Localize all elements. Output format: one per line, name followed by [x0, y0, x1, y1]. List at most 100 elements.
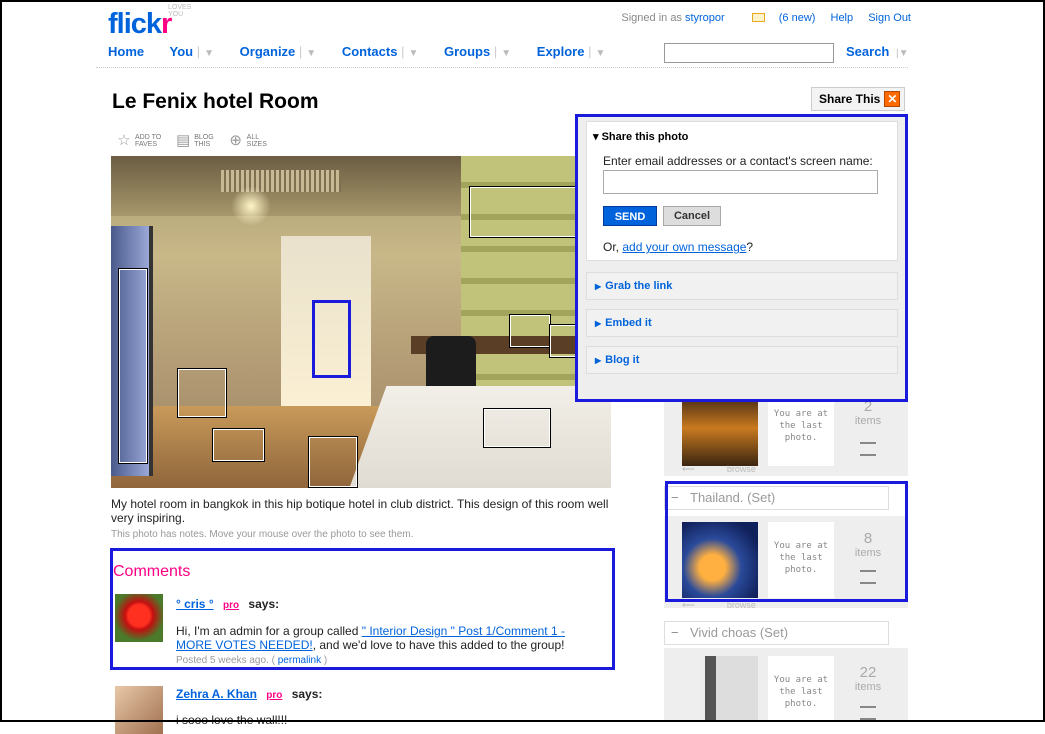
close-icon[interactable]: ✕ [884, 91, 901, 107]
photo-note[interactable] [177, 368, 227, 418]
envelope-icon [751, 13, 765, 22]
chevron-down-icon[interactable]: ▼ [306, 48, 316, 59]
sign-out-link[interactable]: Sign Out [868, 12, 911, 24]
slideshow-icon[interactable] [860, 442, 876, 456]
arrow-left-icon[interactable]: ⟵ [682, 464, 695, 474]
grab-link-section[interactable]: ▶ Grab the link [586, 272, 898, 300]
main-photo[interactable] [111, 156, 611, 488]
share-panel: ▾ Share this photo Enter email addresses… [575, 114, 908, 402]
chevron-down-icon: ▾ [593, 131, 599, 143]
item-count-number: 22 [859, 664, 877, 681]
logo-flick: flick [108, 8, 162, 40]
nav-home[interactable]: Home [108, 44, 144, 59]
nav-divider: | [196, 44, 201, 59]
share-photo-heading[interactable]: ▾ Share this photo [593, 130, 688, 143]
posted-end: ) [323, 655, 328, 666]
comment-text: Hi, I'm an admin for a group called " In… [176, 624, 601, 652]
help-link[interactable]: Help [831, 12, 854, 24]
signed-in-label: Signed in as [621, 12, 682, 24]
permalink-link[interactable]: permalink [278, 655, 321, 666]
embed-label: Embed it [605, 317, 652, 329]
embed-section[interactable]: ▶ Embed it [586, 309, 898, 337]
page-title: Le Fenix hotel Room [112, 90, 319, 113]
tool-label-line2: SIZES [246, 141, 267, 148]
comment-author-link[interactable]: ° cris ° [176, 597, 214, 611]
collapse-icon[interactable]: − [671, 622, 679, 644]
photo-toolbar: ☆ ADD TO FAVES ▤ BLOG THIS ⊕ ALL SIZES [116, 133, 267, 149]
cancel-button[interactable]: Cancel [663, 206, 721, 226]
item-count: 22 items [840, 664, 896, 693]
logo-tagline: LOVES YOU [168, 4, 192, 18]
nav-divider: | [493, 44, 498, 59]
avatar[interactable] [115, 594, 163, 642]
nav-groups-label: Groups [444, 44, 491, 59]
share-photo-section: ▾ Share this photo Enter email addresses… [586, 121, 898, 261]
username-link[interactable]: styropor [685, 12, 725, 24]
context-thumbnail[interactable] [682, 656, 758, 722]
item-count: 2 items [840, 398, 896, 427]
chevron-down-icon[interactable]: |▼ [896, 48, 909, 59]
or-prefix: Or, [603, 240, 623, 254]
share-photo-heading-label: Share this photo [601, 131, 689, 143]
set-context-vivid: You are at the last photo. 22 items [664, 648, 908, 722]
photo-note[interactable] [509, 314, 551, 348]
flickr-logo[interactable]: flickr LOVES YOU [108, 4, 191, 41]
nav-organize-label: Organize [239, 44, 296, 59]
chevron-right-icon: ▶ [595, 356, 602, 365]
search-button[interactable]: Search |▼ [846, 44, 909, 59]
nav-contacts[interactable]: Contacts | ▼ [342, 44, 419, 59]
tool-label-line1: BLOG [194, 134, 214, 141]
tool-label-line1: ALL [246, 134, 260, 141]
comments-title: Comments [113, 563, 191, 580]
photo-note[interactable] [118, 268, 148, 464]
slideshow-icon[interactable] [860, 706, 876, 720]
nav-explore-label: Explore [536, 44, 585, 59]
nav-groups[interactable]: Groups | ▼ [444, 44, 511, 59]
tool-label: ADD TO FAVES [135, 134, 161, 148]
search-button-label: Search [846, 44, 890, 59]
photo-note[interactable] [308, 436, 358, 488]
mail-link[interactable]: (6 new) [740, 12, 816, 24]
photo-note[interactable] [483, 408, 551, 448]
browse-label: browse [726, 464, 756, 474]
pro-badge[interactable]: pro [266, 690, 282, 701]
blog-this-button[interactable]: ▤ BLOG THIS [175, 133, 214, 149]
header-divider [96, 67, 908, 68]
star-icon: ☆ [117, 132, 131, 149]
blog-it-section[interactable]: ▶ Blog it [586, 346, 898, 374]
chevron-down-icon[interactable]: ▼ [408, 48, 418, 59]
add-to-faves-button[interactable]: ☆ ADD TO FAVES [116, 133, 161, 149]
photo-bed [335, 386, 611, 488]
nav-you-label: You [169, 44, 194, 59]
blog-it-label: Blog it [605, 354, 640, 366]
chevron-down-icon[interactable]: ▼ [595, 48, 605, 59]
nav-explore[interactable]: Explore | ▼ [537, 44, 606, 59]
chevron-down-icon[interactable]: ▼ [204, 48, 214, 59]
comment-text-end: , and we'd love to have this added to th… [312, 638, 565, 652]
nav-organize[interactable]: Organize | ▼ [240, 44, 317, 59]
main-nav: Home You | ▼ Organize | ▼ Contacts | ▼ Grou… [108, 44, 627, 59]
item-count-label: items [854, 681, 882, 693]
photo-note[interactable] [212, 428, 265, 462]
email-field[interactable] [603, 170, 878, 194]
send-button[interactable]: SEND [603, 206, 657, 226]
nav-you[interactable]: You | ▼ [170, 44, 215, 59]
photo-note-highlighted[interactable] [312, 300, 351, 378]
tool-label: BLOG THIS [194, 134, 213, 148]
search-input[interactable] [664, 43, 834, 63]
add-message-row: Or, add your own message? [603, 240, 753, 254]
browse-bar[interactable]: ⟵ browse [682, 464, 756, 475]
pro-badge[interactable]: pro [223, 600, 239, 611]
avatar[interactable] [115, 686, 163, 734]
says-label: says: [291, 687, 323, 701]
comment-author-link[interactable]: Zehra A. Khan [176, 687, 257, 701]
photo-lamp [231, 186, 271, 226]
add-message-link[interactable]: add your own message [622, 240, 746, 254]
tool-label-line2: FAVES [135, 141, 158, 148]
chevron-down-icon[interactable]: ▼ [501, 48, 511, 59]
mail-count: (6 new) [778, 12, 816, 24]
last-photo-note: You are at the last photo. [768, 656, 834, 722]
share-this-button[interactable]: Share This ✕ [811, 87, 906, 111]
all-sizes-button[interactable]: ⊕ ALL SIZES [228, 133, 267, 149]
set-header-vivid[interactable]: − Vivid choas (Set) [664, 621, 889, 645]
